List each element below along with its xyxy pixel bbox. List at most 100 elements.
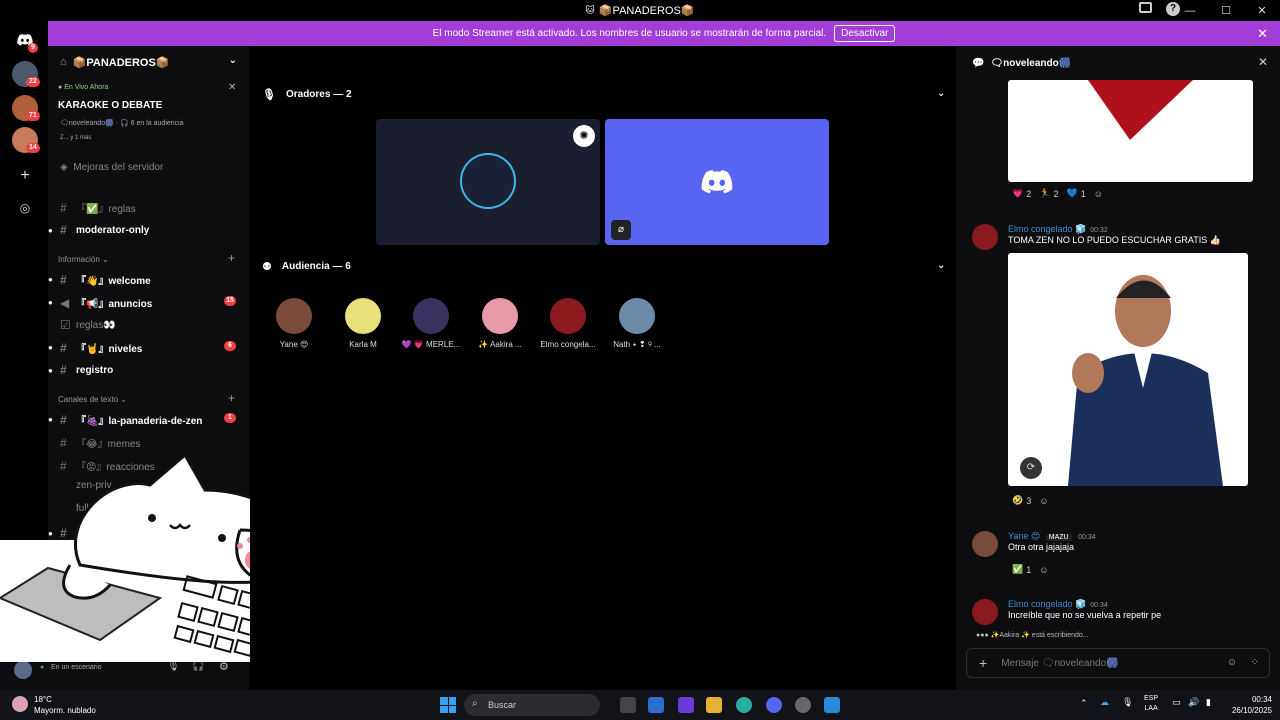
speakers-section-header[interactable]: 🎙 Oradores — 2 ⌄	[262, 88, 945, 101]
add-server-icon[interactable]: +	[12, 163, 38, 189]
taskbar-search[interactable]: ⌕ Buscar	[464, 694, 600, 716]
weather-widget[interactable]: 18°C Mayorm. nublado	[34, 694, 96, 716]
keyboard-layout: LAA	[1144, 705, 1158, 712]
audience-member[interactable]: Nath ٭ ❢ ୨ ...	[607, 298, 667, 350]
unread-dot: ●	[48, 365, 53, 375]
add-reaction-icon[interactable]: ☺	[1039, 565, 1048, 575]
minimize-button[interactable]: —	[1172, 5, 1208, 17]
message-author[interactable]: Yane 😍	[1008, 531, 1040, 541]
reaction-emoji: 🏃	[1039, 188, 1051, 198]
close-icon[interactable]: ✕	[228, 82, 236, 93]
avatar[interactable]	[972, 224, 998, 250]
task-view-icon[interactable]	[620, 697, 636, 713]
speaker-tile-host[interactable]: ✺	[376, 119, 600, 245]
app-icon[interactable]	[824, 697, 840, 713]
add-attachment-icon[interactable]: +	[979, 655, 987, 671]
weather-icon[interactable]	[12, 696, 28, 712]
audience-member[interactable]: 💜 💗 MERLE...	[401, 298, 461, 349]
audience-member[interactable]: Karla M	[333, 298, 393, 349]
server-icon-other[interactable]: 14	[12, 127, 40, 153]
reaction-chip[interactable]: 🏃 2	[1039, 188, 1058, 199]
live-indicator: ● En Vivo Ahora	[58, 84, 109, 91]
cloud-icon[interactable]: ☁	[1100, 697, 1109, 708]
audience-member[interactable]: Yane 😍	[264, 298, 324, 349]
language-indicator[interactable]: ESP LAA	[1144, 694, 1158, 714]
channel-la-panaderia-de-zen[interactable]: ● # 『🍇』la-panaderia-de-zen	[48, 412, 202, 428]
server-header[interactable]: ⌂ 📦PANADEROS📦 ⌄	[48, 46, 249, 78]
discord-taskbar-icon[interactable]	[766, 697, 782, 713]
discord-app-window: { "window":{"title":"📦PANADEROS📦"}, "ban…	[0, 0, 1280, 720]
discord-logo-icon	[701, 170, 733, 194]
edge-icon[interactable]	[736, 697, 752, 713]
channel-registro[interactable]: ● # registro	[48, 363, 113, 377]
meme-image[interactable]: ⟳	[1008, 253, 1248, 486]
scan-icon[interactable]: ⟳	[1020, 457, 1042, 479]
discover-icon[interactable]: ◎	[12, 195, 38, 221]
channel-memes[interactable]: # 『😂』memes	[60, 435, 140, 451]
close-icon[interactable]: ✕	[1258, 55, 1268, 69]
channel-reglas-top[interactable]: # 『✅』reglas	[60, 200, 136, 216]
channel-moderator-only[interactable]: ● # moderator-only	[48, 223, 149, 237]
unread-dot: ●	[48, 275, 53, 284]
clock[interactable]: 00:34 26/10/2025	[1232, 694, 1272, 716]
audience-member[interactable]: ✨ Aakira ...	[470, 298, 530, 349]
message-input[interactable]: + Mensaje 🗨noveleando🎆 ☺ ⁘	[966, 648, 1270, 678]
reaction-chip[interactable]: 💙 1	[1066, 188, 1085, 199]
chevron-down-icon[interactable]: ⌄	[937, 88, 945, 99]
disable-streamer-button[interactable]: Desactivar	[834, 25, 896, 42]
message-author[interactable]: Elmo congelado 🧊	[1008, 224, 1086, 234]
cat-eye	[148, 514, 156, 522]
audience-member[interactable]: Elmo congela...	[538, 298, 598, 349]
chat-message: Elmo congelado 🧊 00:32 TOMA ZEN NO LO PUE…	[1008, 224, 1221, 246]
event-title[interactable]: KARAOKE O DEBATE	[58, 100, 162, 111]
emoji-icon[interactable]: ☺	[1227, 657, 1237, 668]
inbox-icon[interactable]	[1139, 2, 1152, 13]
close-icon[interactable]: ✕	[1257, 26, 1268, 42]
discord-home-icon[interactable]: 9	[12, 27, 38, 53]
channel-welcome[interactable]: ● # 『👋』welcome	[48, 272, 151, 288]
add-channel-icon[interactable]: +	[228, 251, 235, 265]
app-icon[interactable]	[795, 697, 811, 713]
category-canales-de-texto[interactable]: Canales de texto ⌄ +	[58, 391, 235, 405]
reaction-chip[interactable]: 💗 2	[1012, 188, 1031, 199]
file-explorer-icon[interactable]	[706, 697, 722, 713]
add-reaction-icon[interactable]: ☺	[1094, 189, 1103, 199]
headphones-icon[interactable]: 🎧	[192, 661, 204, 672]
reaction-chip[interactable]: 🤣 3	[1012, 495, 1031, 506]
avatar[interactable]	[972, 599, 998, 625]
audience-name: Nath ٭ ❢ ୨ ...	[613, 340, 661, 349]
avatar[interactable]	[972, 531, 998, 557]
channel-reglas[interactable]: ☑ reglas👀	[60, 318, 116, 332]
maximize-button[interactable]: ☐	[1208, 4, 1244, 17]
copilot-icon[interactable]	[678, 697, 694, 713]
volume-icon[interactable]: 🔊	[1188, 697, 1199, 708]
heart-image[interactable]	[1008, 80, 1253, 182]
server-icon-folder[interactable]: 22	[12, 61, 40, 87]
message-author[interactable]: Elmo congelado 🧊	[1008, 599, 1086, 609]
add-reaction-icon[interactable]: ☺	[1039, 496, 1048, 506]
add-channel-icon[interactable]: +	[228, 391, 235, 405]
apps-icon[interactable]: ⁘	[1251, 657, 1259, 668]
microphone-icon[interactable]: 🎙	[1122, 697, 1133, 708]
chevron-down-icon[interactable]: ⌄	[937, 260, 945, 271]
channel-label: reglas👀	[76, 319, 116, 331]
start-icon[interactable]	[440, 697, 456, 713]
close-button[interactable]: ✕	[1244, 4, 1280, 17]
category-informacion[interactable]: Información ⌄ +	[58, 251, 235, 265]
avatar[interactable]	[14, 661, 32, 679]
battery-icon[interactable]: ▮	[1206, 697, 1211, 708]
channel-niveles[interactable]: ● # 『🤘』niveles	[48, 340, 142, 356]
channel-anuncios[interactable]: ● ◀ 『📢』anuncios	[48, 295, 152, 311]
store-icon[interactable]	[648, 697, 664, 713]
reaction-count: 1	[1080, 188, 1086, 199]
chevron-down-icon[interactable]: ⌄	[229, 55, 237, 66]
server-boost-item[interactable]: ◈ Mejoras del servidor	[60, 162, 163, 173]
server-icon-panaderos[interactable]: 71	[12, 95, 40, 121]
microphone-icon[interactable]: 🎙	[167, 661, 180, 672]
monitor-icon[interactable]: ▭	[1172, 697, 1181, 708]
chevron-up-icon[interactable]: ⌃	[1080, 698, 1088, 709]
audience-section-header[interactable]: ⚉ Audiencia — 6 ⌄	[262, 260, 945, 273]
stage-chat-panel: 💬 🗨noveleando🎆 ✕ 💗 2 🏃 2 💙 1 ☺ Elmo congela…	[956, 46, 1280, 690]
reaction-chip[interactable]: ✅ 1	[1012, 564, 1031, 575]
speaker-tile-discord[interactable]: ⌀	[605, 119, 829, 245]
